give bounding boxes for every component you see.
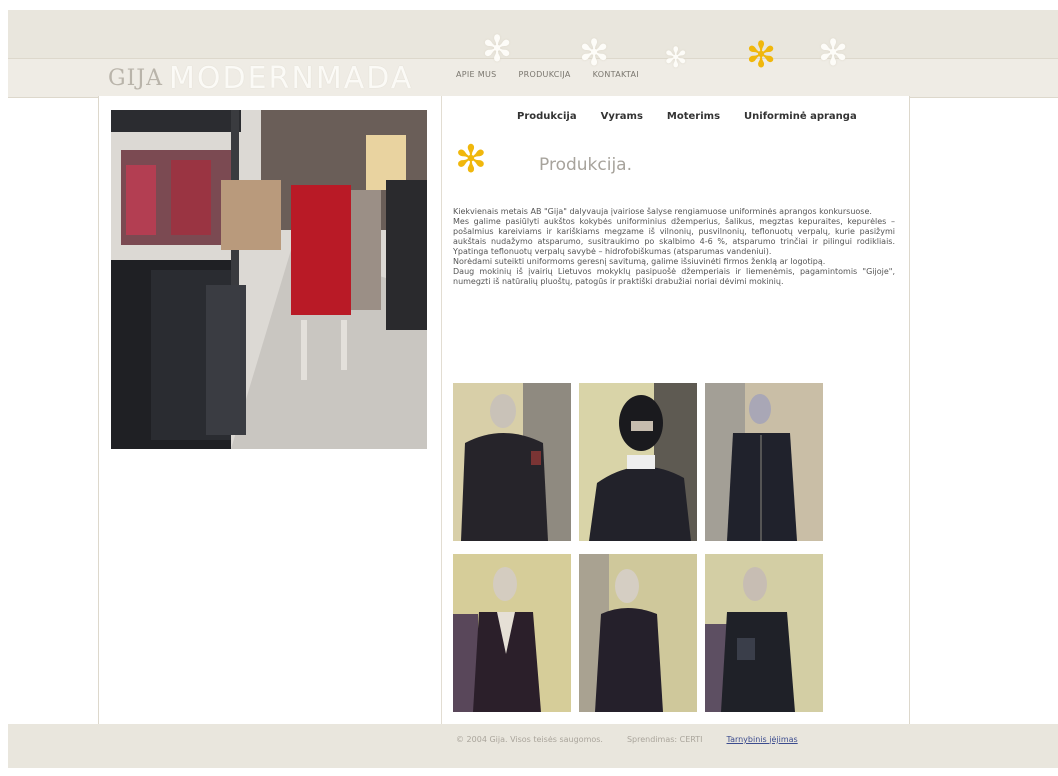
article-paragraph: Mes galime pasiūlyti aukštos kokybės uni…	[453, 217, 895, 256]
column-divider	[441, 96, 442, 724]
footer: © 2004 Gija. Visos teisės saugomos. Spre…	[456, 735, 798, 744]
article-paragraph: Kiekvienais metais AB "Gija" dalyvauja į…	[453, 207, 872, 216]
subnav-vyrams[interactable]: Vyrams	[601, 111, 643, 122]
subnav-moterims[interactable]: Moterims	[667, 111, 720, 122]
white-flower-icon: ✻	[579, 33, 610, 74]
copyright-text: © 2004 Gija. Visos teisės saugomos.	[456, 735, 603, 744]
product-subnav: Produkcija Vyrams Moterims Uniforminė ap…	[517, 111, 857, 122]
gallery-photo-v-neck-cardigan[interactable]	[453, 554, 571, 712]
site-logo[interactable]: GIJA MODERNMADA	[108, 60, 413, 96]
white-flower-icon: ✻	[664, 41, 688, 74]
yellow-flower-icon: ✻	[455, 137, 487, 181]
white-flower-icon: ✻	[818, 33, 849, 74]
logo-wordmark: MODERNMADA	[168, 60, 414, 96]
white-flower-icon: ✻	[482, 29, 513, 70]
gallery-photo-balaclava-and-sweater[interactable]	[579, 383, 697, 541]
gallery-photo-vest-with-pocket[interactable]	[705, 554, 823, 712]
subnav-produkcija[interactable]: Produkcija	[517, 111, 577, 122]
footer-band	[8, 724, 1058, 768]
product-gallery	[453, 383, 823, 712]
gallery-photo-crew-neck-sweater[interactable]	[579, 554, 697, 712]
article-paragraph: Norėdami suteikti uniformoms geresnį sav…	[453, 257, 826, 266]
article-body: Kiekvienais metais AB "Gija" dalyvauja į…	[453, 207, 895, 287]
main-nav: APIE MUS PRODUKCIJA KONTAKTAI	[456, 70, 639, 79]
logo-monogram: GIJA	[108, 65, 163, 91]
nav-kontaktai[interactable]: KONTAKTAI	[593, 70, 639, 79]
nav-apie-mus[interactable]: APIE MUS	[456, 70, 497, 79]
subnav-uniformine-apranga[interactable]: Uniforminė apranga	[744, 111, 857, 122]
gallery-photo-crew-neck-sweater-with-patch[interactable]	[453, 383, 571, 541]
page-title: Produkcija.	[539, 155, 632, 175]
nav-produkcija[interactable]: PRODUKCIJA	[519, 70, 571, 79]
staff-login-link[interactable]: Tarnybinis įėjimas	[727, 735, 798, 744]
yellow-flower-icon: ✻	[746, 35, 777, 76]
article-paragraph: Daug mokinių iš įvairių Lietuvos mokyklų…	[453, 267, 895, 286]
credit-text: Sprendimas: CERTI	[626, 735, 703, 744]
header-band	[8, 10, 1058, 58]
store-interior-photo	[111, 110, 427, 449]
gallery-photo-zip-cardigan-uniform[interactable]	[705, 383, 823, 541]
